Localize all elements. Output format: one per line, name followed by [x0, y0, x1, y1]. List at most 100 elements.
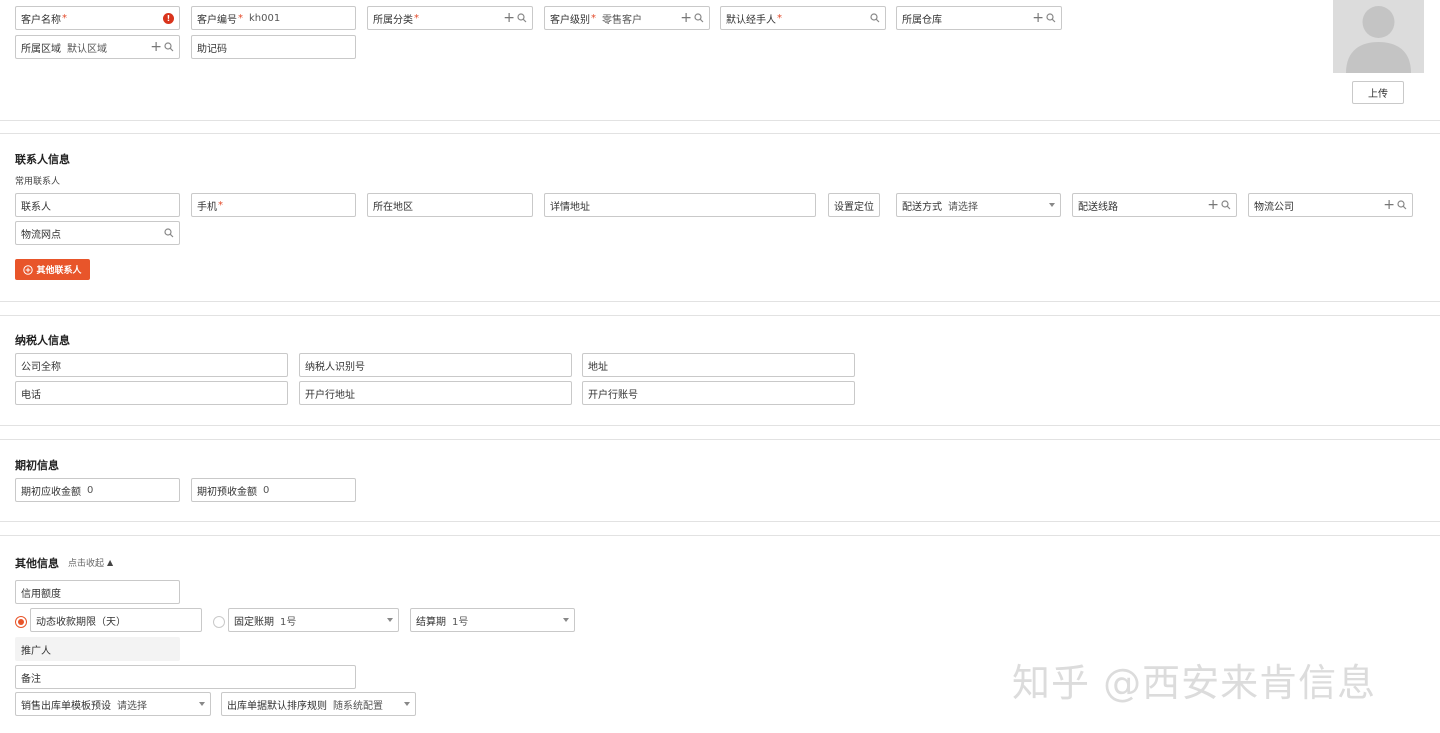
error-icon: !: [163, 12, 174, 24]
customer-no-field[interactable]: 客户编号 * kh001: [191, 6, 356, 30]
template-select[interactable]: 销售出库单模板预设 请选择: [15, 692, 211, 716]
template-value: 请选择: [117, 700, 147, 712]
search-icon[interactable]: [517, 13, 527, 23]
search-icon[interactable]: [694, 13, 704, 23]
customer-name-field[interactable]: 客户名称 * !: [15, 6, 180, 30]
company-name-field[interactable]: 公司全称: [15, 353, 288, 377]
search-icon[interactable]: [1221, 200, 1231, 210]
customer-no-value: kh001: [249, 12, 281, 24]
divider: [0, 535, 1440, 536]
logistics-company-field[interactable]: 物流公司 +: [1248, 193, 1413, 217]
settle-period-label: 结算期: [416, 616, 446, 628]
tax-address-field[interactable]: 地址: [582, 353, 855, 377]
handler-field[interactable]: 默认经手人 *: [720, 6, 886, 30]
region-field[interactable]: 所属区域 默认区域 +: [15, 35, 180, 59]
plus-icon[interactable]: +: [503, 11, 515, 25]
chevron-down-icon[interactable]: [1049, 203, 1055, 207]
level-value: 零售客户: [602, 14, 642, 26]
credit-limit-field[interactable]: 信用额度: [15, 580, 180, 604]
region-value: 默认区域: [67, 43, 107, 55]
logistics-point-field[interactable]: 物流网点: [15, 221, 180, 245]
bank-account-label: 开户行账号: [588, 389, 638, 401]
delivery-method-label: 配送方式: [902, 201, 942, 213]
fixed-term-label: 固定账期: [234, 616, 274, 628]
sort-rule-select[interactable]: 出库单据默认排序规则 随系统配置: [221, 692, 416, 716]
initial-receivable-field[interactable]: 期初应收金额 0: [15, 478, 180, 502]
sort-rule-label: 出库单据默认排序规则: [227, 700, 327, 712]
chevron-down-icon[interactable]: [563, 618, 569, 622]
divider: [0, 301, 1440, 302]
required-mark: *: [591, 12, 596, 24]
tax-address-label: 地址: [588, 361, 608, 373]
caret-up-icon: ▲: [107, 558, 114, 567]
level-field[interactable]: 客户级别 * 零售客户 +: [544, 6, 710, 30]
category-field[interactable]: 所属分类 * +: [367, 6, 533, 30]
add-other-contact-button[interactable]: 其他联系人: [15, 259, 90, 280]
delivery-method-select[interactable]: 配送方式 请选择: [896, 193, 1061, 217]
bank-address-label: 开户行地址: [305, 389, 355, 401]
plus-icon[interactable]: +: [1032, 11, 1044, 25]
collapse-link[interactable]: 点击收起 ▲: [68, 556, 113, 569]
contact-section-title: 联系人信息: [15, 153, 70, 166]
tax-section-title: 纳税人信息: [15, 334, 70, 347]
search-icon[interactable]: [1397, 200, 1407, 210]
delivery-route-label: 配送线路: [1078, 201, 1118, 213]
required-mark: *: [414, 12, 419, 24]
divider: [0, 521, 1440, 522]
contact-person-field[interactable]: 联系人: [15, 193, 180, 217]
fixed-term-radio[interactable]: [213, 616, 225, 628]
initial-prepaid-value: 0: [263, 484, 270, 496]
tax-phone-field[interactable]: 电话: [15, 381, 288, 405]
tax-phone-label: 电话: [21, 389, 41, 401]
area-field[interactable]: 所在地区: [367, 193, 533, 217]
search-icon[interactable]: [870, 13, 880, 23]
plus-icon[interactable]: +: [150, 40, 162, 54]
promoter-field[interactable]: 推广人: [15, 637, 180, 661]
initial-prepaid-label: 期初预收金额: [197, 486, 257, 498]
remark-field[interactable]: 备注: [15, 665, 356, 689]
divider: [0, 439, 1440, 440]
logistics-company-label: 物流公司: [1254, 201, 1294, 213]
upload-button[interactable]: 上传: [1352, 81, 1404, 104]
bank-account-field[interactable]: 开户行账号: [582, 381, 855, 405]
promoter-label: 推广人: [21, 645, 51, 657]
set-location-button[interactable]: 设置定位: [828, 193, 880, 217]
dynamic-term-label: 动态收款期限（天）: [36, 616, 126, 628]
initial-prepaid-field[interactable]: 期初预收金额 0: [191, 478, 356, 502]
chevron-down-icon[interactable]: [404, 702, 410, 706]
search-icon[interactable]: [164, 42, 174, 52]
remark-label: 备注: [21, 673, 41, 685]
required-mark: *: [62, 12, 67, 24]
plus-icon[interactable]: +: [1383, 198, 1395, 212]
divider: [0, 133, 1440, 134]
search-icon[interactable]: [1046, 13, 1056, 23]
plus-icon[interactable]: +: [680, 11, 692, 25]
phone-field[interactable]: 手机 *: [191, 193, 356, 217]
divider: [0, 425, 1440, 426]
divider: [0, 120, 1440, 121]
settle-period-select[interactable]: 结算期 1号: [410, 608, 575, 632]
customer-name-label: 客户名称: [21, 14, 61, 26]
delivery-method-value: 请选择: [948, 201, 978, 213]
phone-label: 手机: [197, 201, 217, 213]
search-icon[interactable]: [164, 228, 174, 238]
handler-label: 默认经手人: [726, 14, 776, 26]
required-mark: *: [238, 12, 243, 24]
address-field[interactable]: 详情地址: [544, 193, 816, 217]
bank-address-field[interactable]: 开户行地址: [299, 381, 572, 405]
fixed-term-value: 1号: [280, 616, 297, 628]
company-name-label: 公司全称: [21, 361, 61, 373]
required-mark: *: [777, 12, 782, 24]
mnemonic-field[interactable]: 助记码: [191, 35, 356, 59]
address-label: 详情地址: [550, 201, 590, 213]
fixed-term-select[interactable]: 固定账期 1号: [228, 608, 399, 632]
dynamic-term-field[interactable]: 动态收款期限（天）: [30, 608, 202, 632]
tax-id-field[interactable]: 纳税人识别号: [299, 353, 572, 377]
chevron-down-icon[interactable]: [387, 618, 393, 622]
plus-icon[interactable]: +: [1207, 198, 1219, 212]
add-other-contact-label: 其他联系人: [36, 266, 82, 276]
delivery-route-field[interactable]: 配送线路 +: [1072, 193, 1237, 217]
chevron-down-icon[interactable]: [199, 702, 205, 706]
dynamic-term-radio[interactable]: [15, 616, 27, 628]
warehouse-field[interactable]: 所属仓库 +: [896, 6, 1062, 30]
